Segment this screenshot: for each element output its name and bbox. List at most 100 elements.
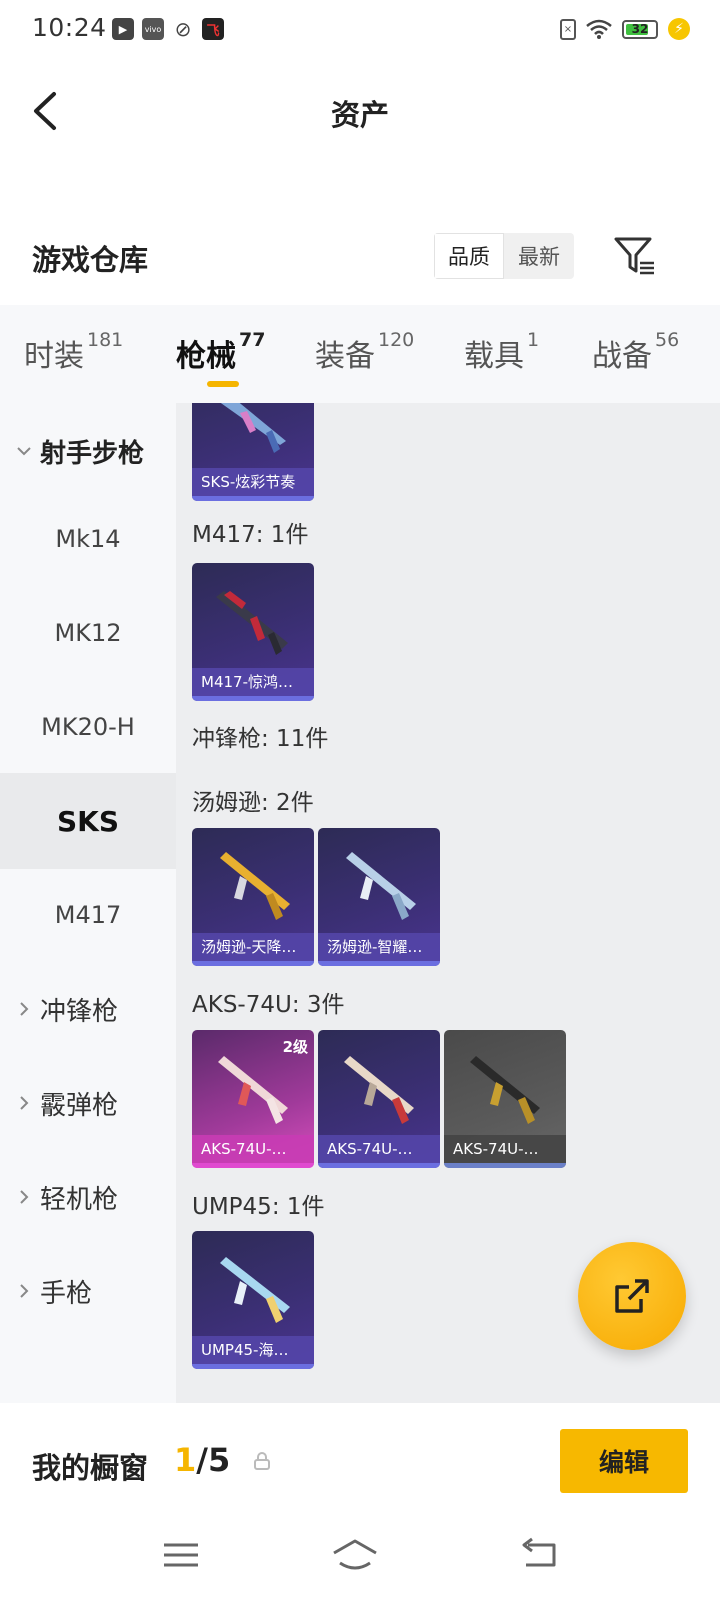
app-icon: 飞 — [202, 18, 224, 40]
rarity-bar — [444, 1163, 566, 1168]
section-label: AKS-74U: 3件 — [192, 992, 345, 1018]
rifle-icon — [216, 591, 288, 655]
sidebar-item-label: 冲锋枪 — [40, 996, 119, 1027]
rarity-bar — [192, 696, 314, 701]
edit-button[interactable]: 编辑 — [560, 1429, 688, 1493]
category-tabs: 时装 181 枪械 77 装备 120 载具 1 战备 56 — [0, 305, 720, 403]
sidebar-item-label: MK12 — [54, 619, 122, 647]
rarity-bar — [192, 961, 314, 966]
tab-count: 56 — [655, 329, 680, 351]
item-card[interactable]: 汤姆逊-智耀… — [318, 828, 440, 966]
item-card[interactable]: SKS-炫彩节奏 — [192, 403, 314, 501]
play-icon: ▶ — [112, 18, 134, 40]
item-card[interactable]: AKS-74U-… — [318, 1030, 440, 1168]
tab-label: 载具 — [464, 339, 524, 374]
filter-icon[interactable] — [612, 233, 658, 279]
sidebar-item-mk20h[interactable]: MK20-H — [0, 679, 176, 775]
sidebar-item-mk12[interactable]: MK12 — [0, 585, 176, 681]
sort-toggle: 品质 最新 — [434, 233, 574, 279]
rarity-bar — [318, 961, 440, 966]
rarity-bar — [192, 1163, 314, 1168]
tab-label: 战备 — [592, 339, 652, 374]
system-nav-bar — [0, 1521, 720, 1600]
tab-vehicles[interactable]: 载具 1 — [464, 329, 540, 375]
section-label: 汤姆逊: 2件 — [192, 790, 314, 816]
wifi-icon — [586, 19, 612, 39]
sort-newest-button[interactable]: 最新 — [504, 233, 574, 279]
no-sim-icon: × — [560, 18, 576, 40]
rifle-icon — [220, 403, 286, 453]
sidebar-item-pistol[interactable]: 手枪 — [0, 1243, 176, 1339]
sidebar-item-marksman-rifles[interactable]: 射手步枪 — [0, 403, 176, 499]
item-card[interactable]: M417-惊鸿… — [192, 563, 314, 701]
tab-label: 装备 — [315, 339, 375, 374]
sidebar-item-lmg[interactable]: 轻机枪 — [0, 1149, 176, 1245]
status-time: 10:24 — [32, 13, 107, 42]
item-card[interactable]: 2级 AKS-74U-… — [192, 1030, 314, 1168]
sidebar-item-label: 轻机枪 — [40, 1184, 119, 1215]
sidebar-item-label: 霰弹枪 — [40, 1090, 119, 1121]
item-name: 汤姆逊-智耀… — [318, 933, 440, 961]
item-name: SKS-炫彩节奏 — [192, 468, 314, 496]
share-button[interactable] — [578, 1242, 686, 1350]
rifle-icon — [470, 1056, 540, 1124]
warehouse-header: 游戏仓库 品质 最新 — [0, 215, 720, 300]
battery-level: 32 — [631, 22, 649, 36]
sidebar-item-smg[interactable]: 冲锋枪 — [0, 961, 176, 1057]
sidebar-item-mk14[interactable]: Mk14 — [0, 491, 176, 587]
sidebar-item-m417[interactable]: M417 — [0, 867, 176, 963]
lock-icon — [254, 1452, 270, 1470]
rifle-icon — [218, 1056, 288, 1124]
sidebar-item-label: M417 — [54, 901, 122, 929]
item-name: 汤姆逊-天降… — [192, 933, 314, 961]
section-label: M417: 1件 — [192, 522, 309, 548]
item-card[interactable]: 汤姆逊-天降… — [192, 828, 314, 966]
rarity-bar — [318, 1163, 440, 1168]
system-icons: × 32 ⚡ — [560, 18, 690, 40]
rifle-icon — [344, 1056, 414, 1124]
item-name: AKS-74U-… — [444, 1135, 566, 1163]
tab-fashion[interactable]: 时装 181 — [24, 329, 123, 375]
tab-firearms[interactable]: 枪械 77 — [176, 329, 265, 375]
smg-icon — [220, 1257, 290, 1323]
share-icon — [615, 1279, 649, 1313]
item-name: M417-惊鸿… — [192, 668, 314, 696]
item-card[interactable]: UMP45-海… — [192, 1231, 314, 1369]
sidebar-item-label: 手枪 — [40, 1278, 93, 1309]
smg-icon — [220, 852, 290, 920]
notification-icons: ▶ vivo ⊘ 飞 — [112, 17, 224, 41]
rarity-bar — [192, 496, 314, 501]
page-title: 资产 — [330, 98, 389, 132]
tab-label: 枪械 — [176, 339, 236, 374]
warehouse-title: 游戏仓库 — [32, 243, 149, 277]
back-nav-icon[interactable] — [514, 1535, 564, 1575]
item-card[interactable]: AKS-74U-… — [444, 1030, 566, 1168]
chevron-down-icon — [17, 447, 31, 456]
sidebar-item-shotgun[interactable]: 霰弹枪 — [0, 1055, 176, 1151]
tab-equipment[interactable]: 装备 120 — [315, 329, 415, 375]
smg-icon — [346, 852, 416, 920]
tab-count: 120 — [378, 329, 415, 351]
sidebar-item-label: Mk14 — [55, 525, 121, 553]
home-icon[interactable] — [330, 1535, 380, 1575]
showcase-current: 1 — [174, 1441, 197, 1479]
title-bar: 资产 — [0, 60, 720, 170]
sidebar-item-label: SKS — [56, 804, 120, 838]
charging-icon: ⚡ — [668, 18, 690, 40]
sort-quality-button[interactable]: 品质 — [434, 233, 504, 279]
item-name: UMP45-海… — [192, 1336, 314, 1364]
showcase-label: 我的橱窗 — [32, 1451, 149, 1485]
tab-supplies[interactable]: 战备 56 — [592, 329, 680, 375]
chevron-right-icon — [20, 1284, 29, 1298]
section-label: 冲锋枪: 11件 — [192, 726, 329, 752]
item-name: AKS-74U-… — [318, 1135, 440, 1163]
leaf-icon: ⊘ — [174, 17, 192, 41]
status-bar: 10:24 ▶ vivo ⊘ 飞 × 32 ⚡ — [0, 0, 720, 60]
chevron-right-icon — [20, 1190, 29, 1204]
vivo-icon: vivo — [142, 18, 164, 40]
menu-icon[interactable] — [156, 1535, 206, 1575]
tab-count: 1 — [527, 329, 540, 351]
sidebar-item-sks[interactable]: SKS — [0, 773, 176, 869]
showcase-total: /5 — [196, 1441, 231, 1479]
subcategory-sidebar: 射手步枪 Mk14 MK12 MK20-H SKS M417 冲锋枪 霰弹枪 轻… — [0, 403, 176, 1403]
